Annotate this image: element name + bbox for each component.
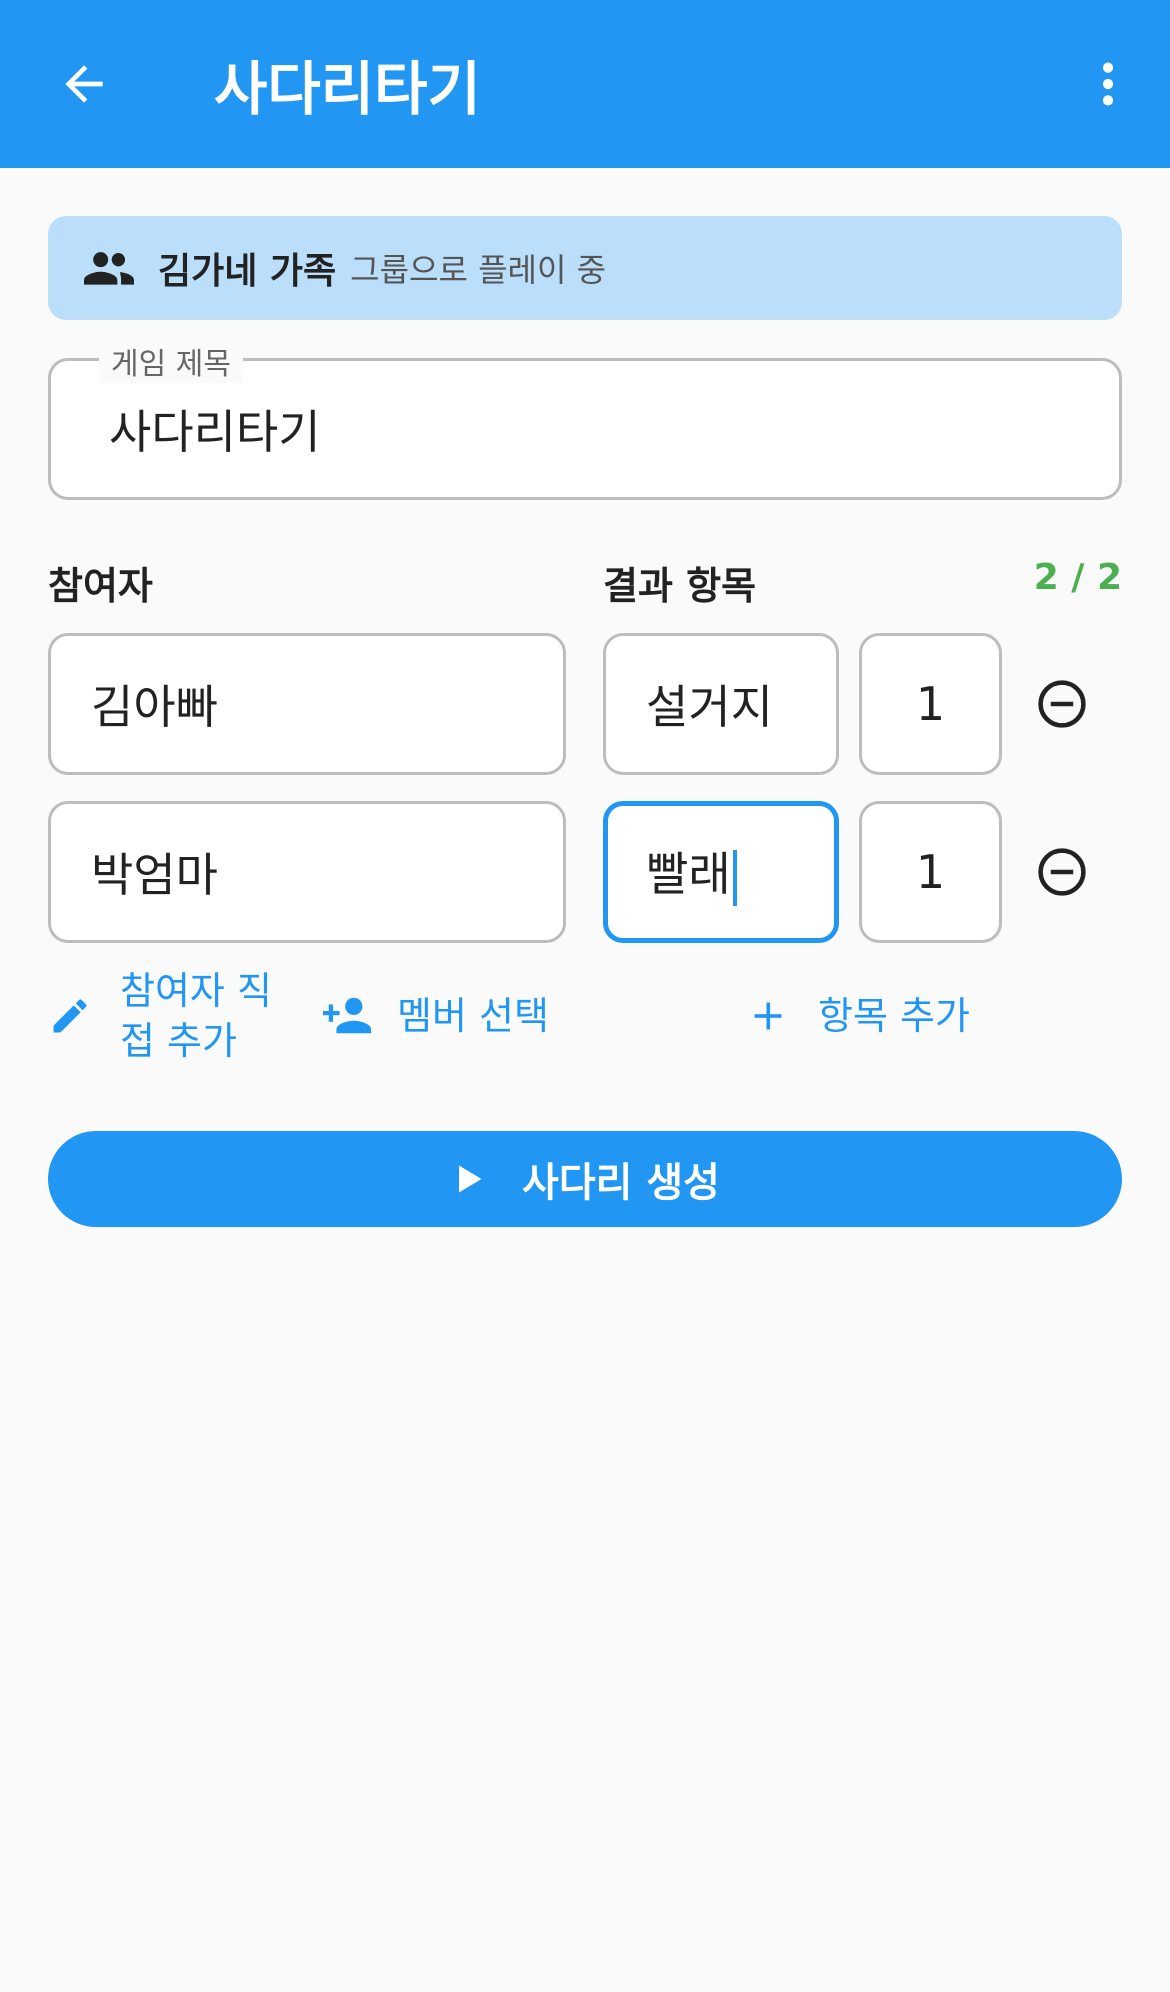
- group-banner: 김가네 가족 그룹으로 플레이 중: [48, 216, 1122, 320]
- remove-circle-icon: [1038, 848, 1086, 896]
- add-item-button[interactable]: 항목 추가: [750, 991, 970, 1041]
- results-header: 결과 항목: [603, 564, 757, 608]
- group-status-text: 그룹으로 플레이 중: [350, 251, 607, 289]
- edit-pencil-icon: [48, 992, 96, 1040]
- person-add-icon: [323, 994, 373, 1038]
- back-button[interactable]: [52, 50, 116, 118]
- more-options-button[interactable]: [1076, 50, 1140, 118]
- result-quantity-input[interactable]: 1: [859, 801, 1002, 943]
- select-member-button[interactable]: 멤버 선택: [323, 991, 549, 1041]
- remove-circle-icon: [1038, 680, 1086, 728]
- result-item-input-focused[interactable]: 빨래: [603, 801, 839, 943]
- remove-row-button[interactable]: [1027, 837, 1097, 907]
- result-item-name: 빨래: [646, 847, 731, 902]
- participant-name: 박엄마: [91, 848, 218, 902]
- add-participant-label-line1: 참여자 직: [120, 969, 272, 1013]
- play-icon: [450, 1161, 486, 1197]
- participant-name: 김아빠: [91, 680, 218, 734]
- result-count-badge: 2 / 2: [1033, 557, 1122, 598]
- plus-icon: [750, 996, 790, 1036]
- participants-header: 참여자: [48, 564, 153, 608]
- participant-input[interactable]: 김아빠: [48, 633, 566, 775]
- create-ladder-button[interactable]: 사다리 생성: [48, 1131, 1122, 1227]
- more-vert-icon: [1102, 62, 1114, 106]
- remove-row-button[interactable]: [1027, 669, 1097, 739]
- result-quantity: 1: [915, 845, 946, 899]
- game-title-input[interactable]: 사다리타기: [109, 361, 321, 497]
- text-cursor: [732, 849, 737, 906]
- create-ladder-label: 사다리 생성: [522, 1160, 720, 1206]
- add-participant-manually-button[interactable]: 참여자 직 접 추가: [48, 966, 272, 1066]
- arrow-back-icon: [65, 65, 103, 103]
- participant-input[interactable]: 박엄마: [48, 801, 566, 943]
- result-item-name: 설거지: [646, 680, 773, 734]
- select-member-label: 멤버 선택: [397, 994, 549, 1038]
- result-quantity: 1: [915, 677, 946, 731]
- add-item-label: 항목 추가: [818, 994, 970, 1038]
- result-quantity-input[interactable]: 1: [859, 633, 1002, 775]
- app-bar: 사다리타기: [0, 0, 1170, 168]
- page-title: 사다리타기: [214, 55, 481, 123]
- group-name: 김가네 가족: [158, 251, 337, 292]
- game-title-field[interactable]: 게임 제목 사다리타기: [48, 339, 1122, 500]
- result-item-input[interactable]: 설거지: [603, 633, 839, 775]
- group-icon: [84, 248, 134, 288]
- add-participant-label-line2: 접 추가: [120, 1019, 237, 1063]
